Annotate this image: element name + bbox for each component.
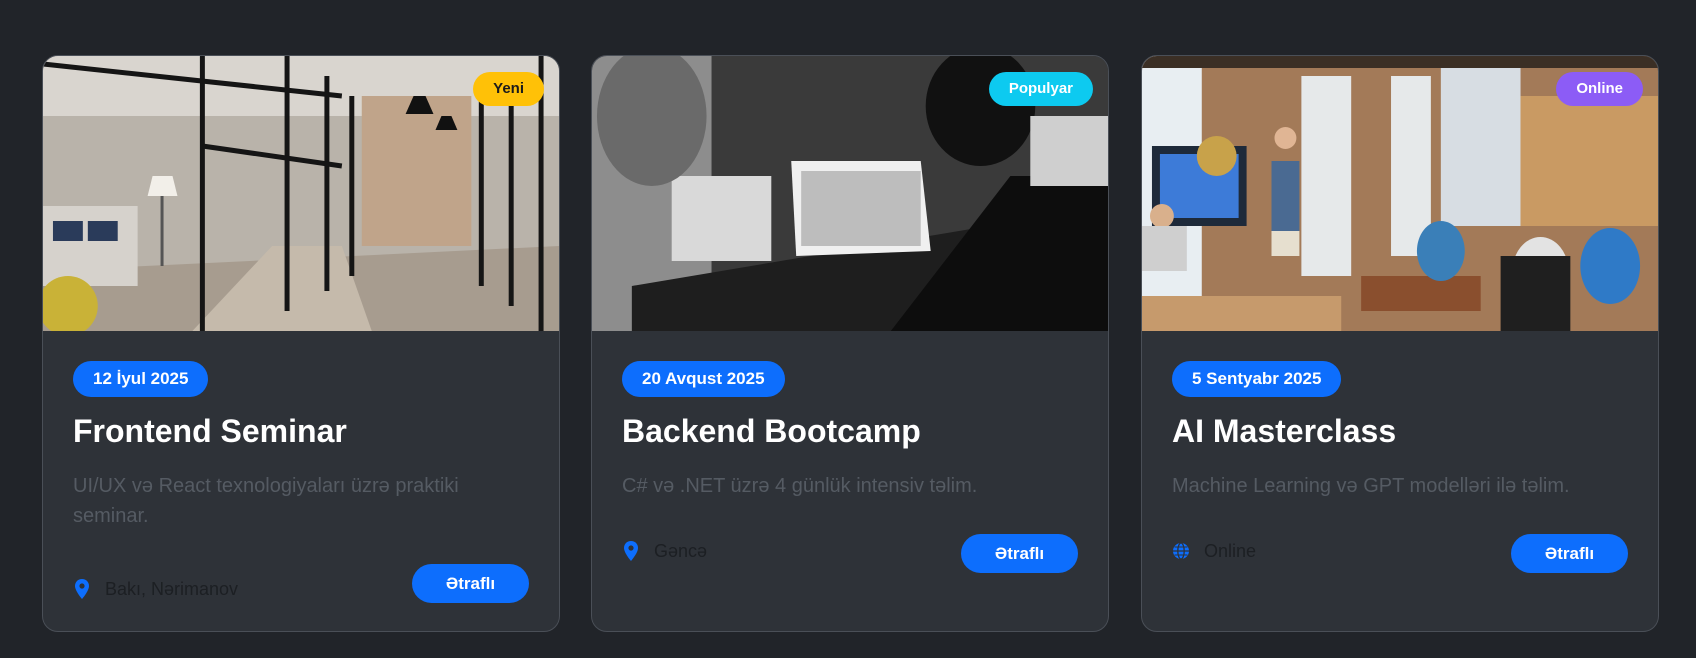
card-title: AI Masterclass xyxy=(1172,413,1397,449)
card-title: Backend Bootcamp xyxy=(622,413,921,449)
map-pin-icon xyxy=(73,578,91,600)
location-label: Bakı, Nərimanov xyxy=(105,578,239,599)
details-button[interactable]: Ətraflı xyxy=(412,564,529,603)
card-title: Frontend Seminar xyxy=(73,413,347,449)
card-description: UI/UX və React texnologiyaları üzrə prak… xyxy=(73,475,459,527)
location-label: Online xyxy=(1204,540,1257,561)
globe-icon xyxy=(1172,540,1190,562)
map-pin-icon xyxy=(622,540,640,562)
office-hallway-photo: Yeni xyxy=(43,56,559,331)
card-description: Machine Learning və GPT modelləri ilə tə… xyxy=(1172,475,1570,497)
date-badge: 20 Avqust 2025 xyxy=(622,361,785,397)
date-badge: 12 İyul 2025 xyxy=(73,361,209,397)
event-card-ai-masterclass: Online 5 Sentyabr 2025 AI Masterclass Ma… xyxy=(1141,55,1659,632)
date-badge: 5 Sentyabr 2025 xyxy=(1172,361,1342,397)
location: Online xyxy=(1172,539,1256,563)
location: Gəncə xyxy=(622,539,707,563)
event-card-frontend-seminar: Yeni 12 İyul 2025 Frontend Seminar UI/UX… xyxy=(42,55,560,632)
card-description: C# və .NET üzrə 4 günlük intensiv təlim. xyxy=(622,475,978,497)
tag-badge: Online xyxy=(1556,72,1643,106)
details-button[interactable]: Ətraflı xyxy=(961,534,1078,573)
event-cards-grid: Yeni 12 İyul 2025 Frontend Seminar UI/UX… xyxy=(0,0,1696,658)
details-button[interactable]: Ətraflı xyxy=(1511,534,1628,573)
presentation-room-photo: Online xyxy=(1142,56,1658,331)
location-label: Gəncə xyxy=(654,540,708,561)
location: Bakı, Nərimanov xyxy=(73,577,238,601)
laptops-meeting-photo: Populyar xyxy=(592,56,1108,331)
event-card-backend-bootcamp: Populyar 20 Avqust 2025 Backend Bootcamp… xyxy=(591,55,1109,632)
tag-badge: Populyar xyxy=(988,72,1093,106)
tag-badge: Yeni xyxy=(473,72,544,106)
